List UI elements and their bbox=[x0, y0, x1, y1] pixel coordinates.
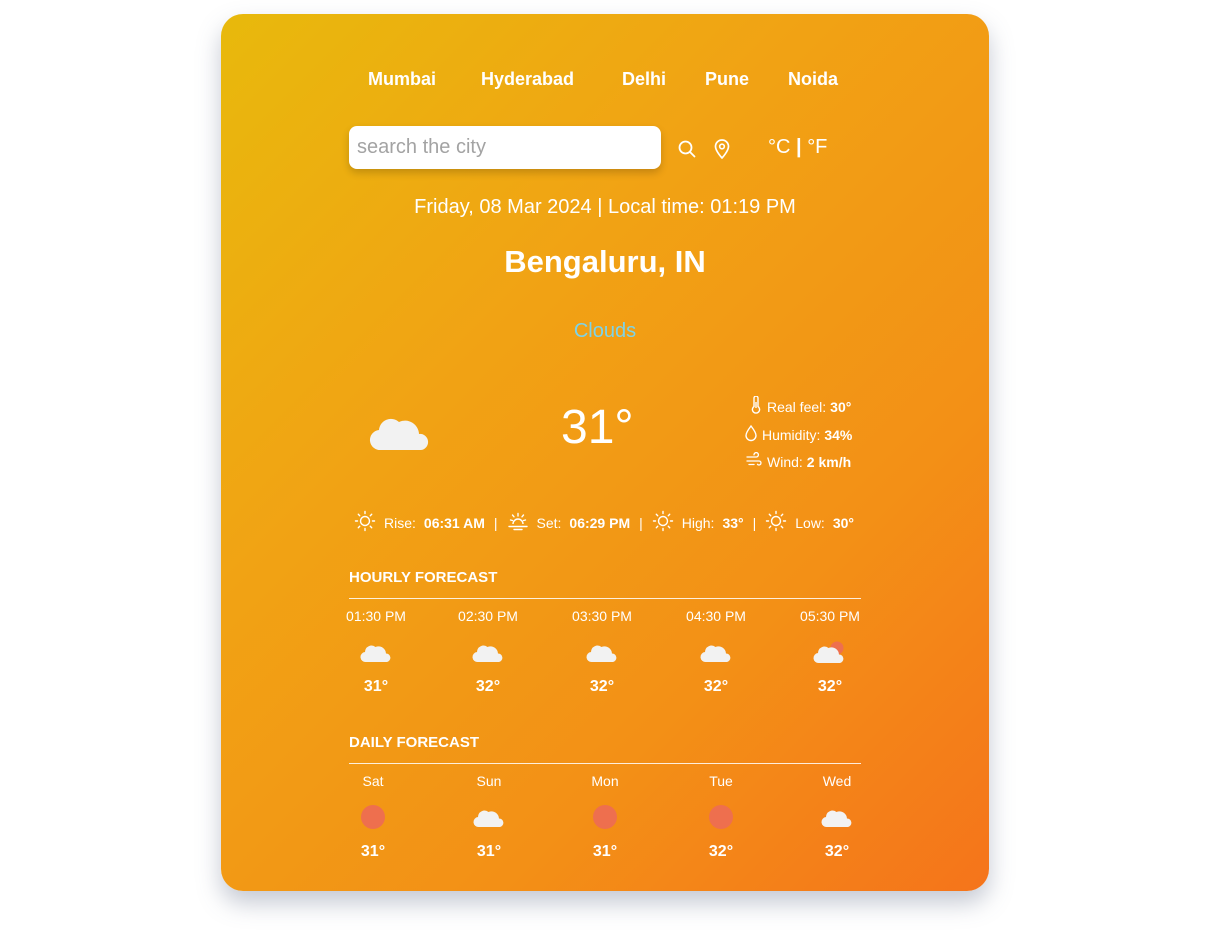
separator: | bbox=[493, 514, 498, 531]
cloud-icon bbox=[666, 632, 766, 672]
daily-day: Sun bbox=[476, 773, 502, 789]
humidity-value: 34% bbox=[824, 426, 853, 443]
daily-item: Mon 31° bbox=[555, 773, 655, 861]
daily-day: Wed bbox=[822, 773, 852, 789]
daily-item: Sat 31° bbox=[323, 773, 423, 861]
hourly-item: 05:30 PM 32° bbox=[780, 608, 880, 696]
sun-icon bbox=[671, 797, 771, 837]
wind-label: Wind: bbox=[767, 453, 803, 470]
hourly-divider bbox=[349, 598, 861, 599]
low-temp-icon bbox=[765, 510, 787, 535]
high-temp-icon bbox=[652, 510, 674, 535]
hourly-time: 04:30 PM bbox=[686, 608, 746, 624]
daily-divider bbox=[349, 763, 861, 764]
city-link-hyderabad[interactable]: Hyderabad bbox=[481, 69, 574, 90]
unit-toggle: °C | °F bbox=[768, 136, 827, 159]
cloud-sun-icon bbox=[780, 632, 880, 672]
high-value: 33° bbox=[722, 514, 744, 531]
city-link-noida[interactable]: Noida bbox=[788, 69, 838, 90]
hourly-time: 05:30 PM bbox=[800, 608, 860, 624]
cloud-icon bbox=[787, 797, 887, 837]
real-feel-value: 30° bbox=[830, 398, 852, 415]
separator: | bbox=[752, 514, 757, 531]
hourly-forecast-title: Hourly Forecast bbox=[349, 569, 498, 586]
fahrenheit-button[interactable]: °F bbox=[807, 136, 827, 158]
hourly-item: 03:30 PM 32° bbox=[552, 608, 652, 696]
cloud-icon bbox=[439, 797, 539, 837]
daily-item: Wed 32° bbox=[787, 773, 887, 861]
celsius-button[interactable]: °C bbox=[768, 136, 790, 158]
hourly-time: 01:30 PM bbox=[346, 608, 406, 624]
local-datetime: Friday, 08 Mar 2024 | Local time: 01:19 … bbox=[414, 196, 796, 218]
city-link-delhi[interactable]: Delhi bbox=[622, 69, 666, 90]
sun-summary-row: Rise: 06:31 AM | Set: 06:29 PM | High: 3… bbox=[354, 510, 854, 535]
city-link-mumbai[interactable]: Mumbai bbox=[368, 69, 436, 90]
daily-temp: 31° bbox=[592, 843, 618, 860]
real-feel-row: Real feel: 30° bbox=[749, 395, 852, 417]
hourly-temp: 31° bbox=[363, 678, 389, 695]
cloud-icon bbox=[438, 632, 538, 672]
droplet-icon bbox=[744, 424, 758, 445]
daily-temp: 31° bbox=[476, 843, 502, 860]
current-temperature: 31° bbox=[561, 401, 634, 454]
hourly-temp: 32° bbox=[817, 678, 843, 695]
cloud-icon bbox=[326, 632, 426, 672]
sunset-value: 06:29 PM bbox=[569, 514, 631, 531]
city-link-pune[interactable]: Pune bbox=[705, 69, 749, 90]
daily-day: Tue bbox=[709, 773, 733, 789]
hourly-item: 01:30 PM 31° bbox=[326, 608, 426, 696]
sunset-icon bbox=[507, 510, 529, 535]
high-label: High: bbox=[681, 514, 715, 531]
hourly-temp: 32° bbox=[475, 678, 501, 695]
wind-value: 2 km/h bbox=[806, 453, 852, 470]
thermometer-icon bbox=[749, 395, 763, 417]
cloud-icon bbox=[552, 632, 652, 672]
hourly-temp: 32° bbox=[703, 678, 729, 695]
separator: | bbox=[639, 514, 643, 531]
daily-temp: 31° bbox=[360, 843, 386, 860]
sun-icon bbox=[555, 797, 655, 837]
daily-forecast-title: Daily Forecast bbox=[349, 734, 480, 751]
daily-item: Tue 32° bbox=[671, 773, 771, 861]
hourly-item: 02:30 PM 32° bbox=[438, 608, 538, 696]
search-icon[interactable] bbox=[677, 139, 697, 164]
humidity-label: Humidity: bbox=[762, 426, 821, 443]
hourly-time: 03:30 PM bbox=[572, 608, 632, 624]
wind-icon bbox=[745, 451, 763, 471]
weather-card: Mumbai Hyderabad Delhi Pune Noida °C | °… bbox=[221, 14, 989, 891]
low-value: 30° bbox=[832, 514, 854, 531]
daily-day: Mon bbox=[591, 773, 619, 789]
search-input[interactable] bbox=[349, 126, 661, 169]
sunrise-icon bbox=[354, 510, 376, 535]
sunrise-value: 06:31 AM bbox=[423, 514, 485, 531]
real-feel-label: Real feel: bbox=[767, 398, 827, 415]
hourly-temp: 32° bbox=[589, 678, 615, 695]
daily-temp: 32° bbox=[824, 843, 850, 860]
hourly-time: 02:30 PM bbox=[458, 608, 518, 624]
cloud-icon bbox=[369, 412, 431, 457]
daily-item: Sun 31° bbox=[439, 773, 539, 861]
daily-temp: 32° bbox=[708, 843, 734, 860]
low-label: Low: bbox=[795, 514, 825, 531]
wind-row: Wind: 2 km/h bbox=[745, 451, 852, 471]
sunset-label: Set: bbox=[536, 514, 562, 531]
weather-condition: Clouds bbox=[573, 320, 637, 342]
daily-day: Sat bbox=[362, 773, 384, 789]
unit-separator: | bbox=[796, 136, 802, 158]
hourly-item: 04:30 PM 32° bbox=[666, 608, 766, 696]
location-pin-icon[interactable] bbox=[713, 138, 731, 165]
sun-icon bbox=[323, 797, 423, 837]
sunrise-label: Rise: bbox=[384, 514, 416, 531]
location-title: Bengaluru, IN bbox=[504, 244, 706, 279]
humidity-row: Humidity: 34% bbox=[744, 424, 852, 445]
